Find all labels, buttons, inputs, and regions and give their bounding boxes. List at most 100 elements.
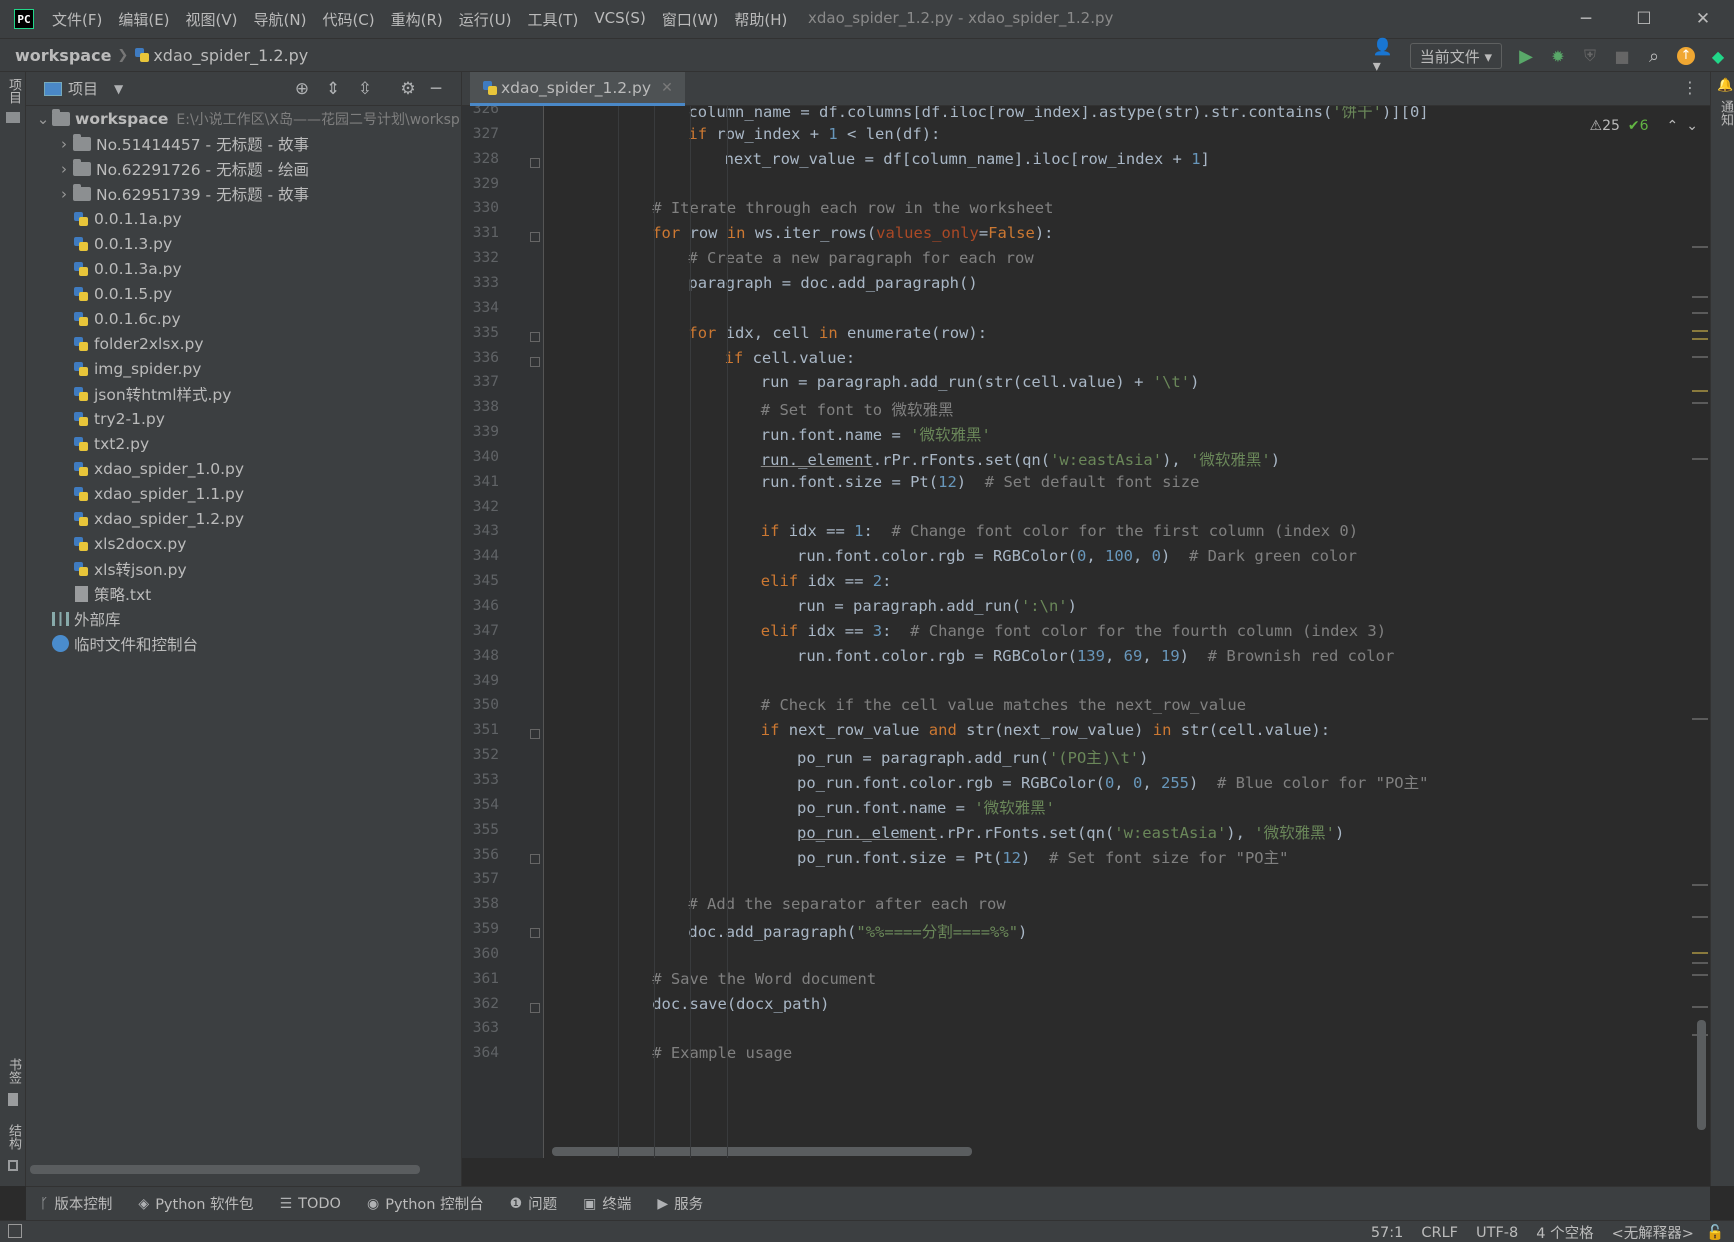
tree-item[interactable]: ⌄ workspace E:\小说工作区\X岛——花园二号计划\worksp — [34, 106, 460, 131]
project-panel-title[interactable]: 项目 — [68, 78, 98, 99]
tree-item[interactable]: 0.0.1.5.py — [55, 281, 172, 306]
search-icon[interactable]: ⌕ — [1641, 43, 1667, 69]
stripe-marker[interactable] — [1692, 884, 1708, 886]
menu-item[interactable]: 视图(V) — [186, 9, 238, 30]
update-icon[interactable]: ↑ — [1673, 43, 1699, 69]
user-icon[interactable]: 👤▾ — [1373, 37, 1399, 75]
code-line[interactable]: if idx == 1: # Change font color for the… — [761, 522, 1358, 540]
toggle-tool-windows-icon[interactable] — [8, 1224, 22, 1238]
caret-position[interactable]: 57:1 — [1371, 1225, 1404, 1241]
code-line[interactable]: # Save the Word document — [652, 970, 876, 988]
tree-item[interactable]: img_spider.py — [55, 356, 201, 381]
code-line[interactable]: for row in ws.iter_rows(values_only=Fals… — [652, 224, 1053, 242]
code-line[interactable]: # Check if the cell value matches the ne… — [761, 696, 1246, 714]
stripe-marker[interactable] — [1692, 718, 1708, 720]
code-line[interactable]: run.font.color.rgb = RGBColor(139, 69, 1… — [797, 647, 1394, 665]
stripe-marker[interactable] — [1692, 312, 1708, 314]
fold-marker-icon[interactable] — [530, 729, 540, 740]
tool-window-terminal[interactable]: ▣ 终端 — [583, 1193, 631, 1214]
lock-icon[interactable]: 🔓 — [1706, 1224, 1724, 1241]
tool-window-branch[interactable]: ᚴ 版本控制 — [40, 1193, 112, 1214]
stop-icon[interactable]: ■ — [1609, 43, 1635, 69]
tree-item[interactable]: xdao_spider_1.2.py — [55, 506, 244, 531]
code-line[interactable]: po_run.font.size = Pt(12) # Set font siz… — [797, 846, 1288, 868]
tree-item[interactable]: 0.0.1.3.py — [55, 231, 172, 256]
tree-item[interactable]: 临时文件和控制台 — [34, 631, 198, 656]
editor-vertical-scrollbar[interactable] — [1697, 1020, 1706, 1130]
tree-item[interactable]: json转html样式.py — [55, 381, 231, 406]
code-line[interactable]: run = paragraph.add_run(':\n') — [797, 597, 1077, 615]
menu-item[interactable]: 重构(R) — [391, 9, 443, 30]
tool-window-problems[interactable]: ❶ 问题 — [510, 1193, 558, 1214]
editor-horizontal-scrollbar[interactable] — [552, 1147, 972, 1156]
stripe-marker[interactable] — [1692, 1006, 1708, 1008]
code-line[interactable]: run._element.rPr.rFonts.set(qn('w:eastAs… — [761, 448, 1280, 470]
bookmarks-tool-button[interactable]: 书签 — [4, 1058, 23, 1084]
tree-item[interactable]: xdao_spider_1.0.py — [55, 456, 244, 481]
chevron-right-icon[interactable]: › — [55, 185, 73, 203]
maximize-button[interactable]: ☐ — [1631, 6, 1657, 32]
menu-item[interactable]: 窗口(W) — [662, 9, 719, 30]
typo-count[interactable]: ✔6 — [1628, 118, 1649, 134]
tree-item[interactable]: try2-1.py — [55, 406, 165, 431]
code-line[interactable]: # Set font to 微软雅黑 — [761, 398, 954, 420]
code-line[interactable]: elif idx == 3: # Change font color for t… — [761, 622, 1386, 640]
tab-xdao-spider-1-2[interactable]: xdao_spider_1.2.py ✕ — [470, 72, 685, 106]
chevron-down-icon[interactable]: ▼ — [114, 82, 123, 96]
run-configuration-select[interactable]: 当前文件 ▾ — [1409, 43, 1502, 69]
more-icon[interactable]: ⋮ — [1682, 78, 1698, 97]
coverage-icon[interactable]: ⛨ — [1577, 43, 1603, 69]
fold-marker-icon[interactable] — [530, 1002, 540, 1013]
tree-item[interactable]: txt2.py — [55, 431, 149, 456]
tree-horizontal-scrollbar[interactable] — [30, 1165, 420, 1174]
tree-item[interactable]: xdao_spider_1.1.py — [55, 481, 244, 506]
stripe-marker[interactable] — [1692, 296, 1708, 298]
tree-item[interactable]: 外部库 — [34, 606, 121, 631]
close-window-button[interactable]: ✕ — [1690, 6, 1716, 32]
stripe-marker[interactable] — [1692, 246, 1708, 248]
interpreter-selector[interactable]: <无解释器> — [1612, 1222, 1694, 1242]
code-line[interactable]: paragraph = doc.add_paragraph() — [688, 274, 977, 292]
breadcrumb-file[interactable]: xdao_spider_1.2.py — [153, 46, 308, 65]
gear-icon[interactable]: ⚙ — [396, 77, 420, 101]
code-line[interactable]: if next_row_value and str(next_row_value… — [761, 721, 1330, 739]
code-line[interactable]: # Create a new paragraph for each row — [688, 249, 1033, 267]
code-line[interactable]: column_name = df.columns[df.iloc[row_ind… — [688, 106, 1428, 122]
code-line[interactable]: run = paragraph.add_run(str(cell.value) … — [761, 373, 1200, 391]
code-line[interactable]: next_row_value = df[column_name].iloc[ro… — [725, 150, 1210, 168]
warning-count[interactable]: ⚠25 — [1590, 118, 1620, 134]
code-line[interactable]: # Example usage — [652, 1044, 792, 1062]
stripe-marker[interactable] — [1692, 458, 1708, 460]
code-line[interactable]: run.font.color.rgb = RGBColor(0, 100, 0)… — [797, 547, 1357, 565]
code-line[interactable]: po_run = paragraph.add_run('(PO主)\t') — [797, 746, 1148, 768]
breadcrumb-root[interactable]: workspace — [15, 46, 111, 65]
stripe-marker[interactable] — [1692, 962, 1708, 964]
tree-item[interactable]: 0.0.1.3a.py — [55, 256, 182, 281]
code-line[interactable]: po_run.font.name = '微软雅黑' — [797, 796, 1055, 818]
code-line[interactable]: run.font.size = Pt(12) # Set default fon… — [761, 473, 1200, 491]
tree-item[interactable]: › No.62291726 - 无标题 - 绘画 — [55, 156, 309, 181]
project-tool-button[interactable]: 项目 — [4, 78, 23, 104]
menu-item[interactable]: 文件(F) — [52, 9, 102, 30]
fold-marker-icon[interactable] — [530, 356, 540, 367]
tree-item[interactable]: 策略.txt — [55, 581, 151, 606]
menu-item[interactable]: VCS(S) — [594, 9, 645, 30]
tree-item[interactable]: folder2xlsx.py — [55, 331, 204, 356]
tool-window-python-console[interactable]: ◉ Python 控制台 — [367, 1193, 484, 1214]
tool-window-todo[interactable]: ☰ TODO — [280, 1196, 341, 1212]
menu-item[interactable]: 代码(C) — [322, 9, 374, 30]
tree-item[interactable]: › No.51414457 - 无标题 - 故事 — [55, 131, 309, 156]
menu-item[interactable]: 帮助(H) — [734, 9, 787, 30]
chevron-right-icon[interactable]: › — [55, 135, 73, 153]
code-line[interactable]: if cell.value: — [725, 349, 856, 367]
fold-marker-icon[interactable] — [530, 853, 540, 864]
code-line[interactable]: doc.save(docx_path) — [652, 995, 829, 1013]
menu-item[interactable]: 工具(T) — [527, 9, 578, 30]
expand-all-icon[interactable]: ⇕ — [321, 77, 345, 101]
fold-marker-icon[interactable] — [530, 331, 540, 342]
minimize-button[interactable]: ─ — [1573, 6, 1599, 32]
menu-item[interactable]: 导航(N) — [254, 9, 307, 30]
code-view[interactable]: column_name = df.columns[df.iloc[row_ind… — [544, 106, 1690, 1158]
close-tab-icon[interactable]: ✕ — [661, 80, 673, 96]
file-encoding[interactable]: UTF-8 — [1476, 1225, 1518, 1241]
